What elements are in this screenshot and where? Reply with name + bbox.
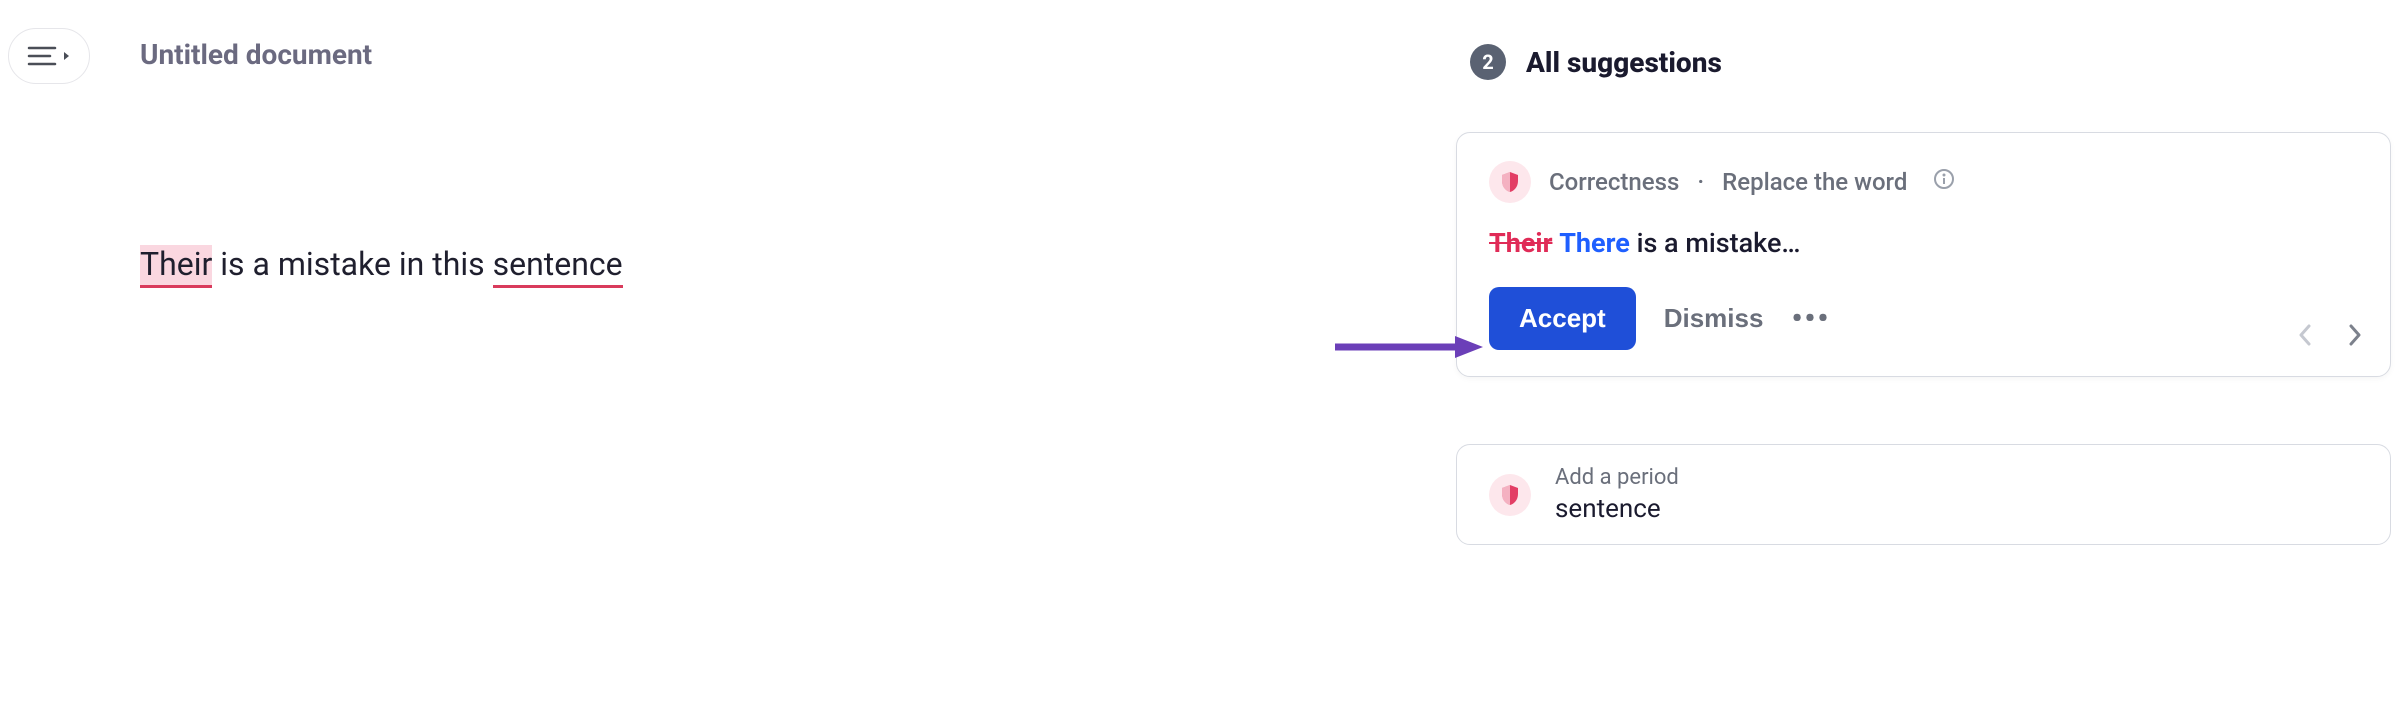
suggestion-category: Correctness [1549, 168, 1679, 196]
correctness-shield-icon [1489, 474, 1531, 516]
document-title[interactable]: Untitled document [140, 38, 372, 71]
strike-word: Their [1489, 227, 1552, 259]
underlined-word[interactable]: sentence [493, 245, 623, 288]
annotation-arrow-icon [1335, 334, 1485, 360]
suggestion-meta: Correctness · Replace the word [1489, 161, 2358, 203]
collapsed-suggestion-word: sentence [1555, 494, 1679, 524]
hamburger-icon [27, 45, 57, 67]
suggestion-card-collapsed[interactable]: Add a period sentence [1456, 444, 2391, 545]
editor-content[interactable]: Their is a mistake in this sentence [140, 245, 623, 283]
suggestions-header: 2 All suggestions [1470, 44, 1722, 80]
dismiss-button[interactable]: Dismiss [1664, 303, 1764, 334]
suggestion-preview: Their There is a mistake… [1489, 227, 2358, 259]
preview-rest: is a mistake… [1637, 227, 1801, 259]
corrected-word: There [1559, 227, 1630, 259]
prev-suggestion-button[interactable] [2298, 324, 2312, 350]
suggestions-title: All suggestions [1526, 46, 1722, 79]
suggestions-count-badge: 2 [1470, 44, 1506, 80]
collapsed-suggestion-title: Add a period [1555, 465, 1679, 490]
caret-right-icon [63, 51, 71, 61]
meta-separator: · [1697, 168, 1704, 196]
editor-text: is a mistake in this [212, 245, 492, 283]
info-icon[interactable] [1933, 168, 1955, 196]
next-suggestion-button[interactable] [2348, 324, 2362, 350]
error-word[interactable]: Their [140, 245, 212, 288]
suggestion-hint: Replace the word [1722, 168, 1907, 196]
accept-button[interactable]: Accept [1489, 287, 1636, 350]
correctness-shield-icon [1489, 161, 1531, 203]
menu-button[interactable] [8, 28, 90, 84]
more-icon[interactable]: ••• [1791, 304, 1830, 334]
suggestion-card[interactable]: Correctness · Replace the word Their The… [1456, 132, 2391, 377]
